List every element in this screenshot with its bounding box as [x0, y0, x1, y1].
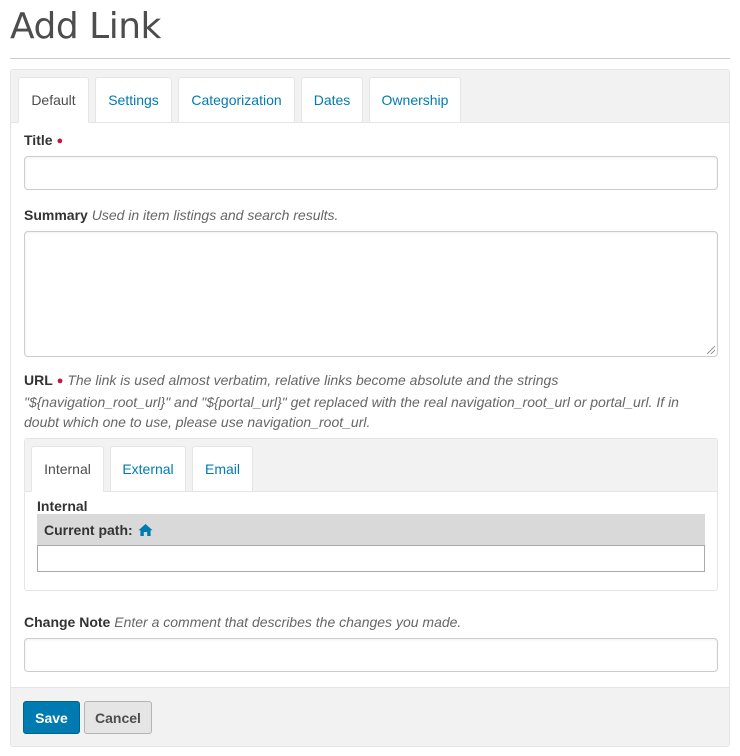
summary-help: Used in item listings and search results…: [91, 207, 339, 223]
required-icon: ●: [56, 135, 64, 147]
tab-default[interactable]: Default: [18, 77, 89, 123]
internal-label: Internal: [37, 498, 88, 514]
internal-path-input[interactable]: [37, 545, 705, 572]
title-input[interactable]: [24, 156, 718, 190]
url-widget: Internal External Email Internal Current…: [24, 438, 718, 591]
url-tab-internal[interactable]: Internal: [31, 446, 104, 492]
fieldset-tabs: Default Settings Categorization Dates Ow…: [11, 70, 729, 123]
change-note-label: Change Note Enter a comment that describ…: [24, 614, 461, 630]
cancel-button[interactable]: Cancel: [84, 701, 152, 734]
url-tab-external[interactable]: External: [110, 446, 186, 492]
save-button[interactable]: Save: [23, 701, 80, 734]
form-buttons: Save Cancel: [11, 687, 729, 746]
url-label-text: URL: [24, 372, 53, 388]
title-label-text: Title: [24, 132, 53, 148]
tab-dates[interactable]: Dates: [301, 77, 363, 123]
current-path-bar: Current path:: [37, 514, 705, 545]
change-note-input[interactable]: [24, 638, 718, 672]
title-divider: [10, 58, 730, 59]
change-note-help: Enter a comment that describes the chang…: [114, 614, 462, 630]
url-help: The link is used almost verbatim, relati…: [24, 372, 679, 430]
tab-ownership[interactable]: Ownership: [369, 77, 461, 123]
current-path-label: Current path:: [44, 521, 133, 538]
title-label: Title ●: [24, 132, 63, 148]
required-icon: ●: [56, 375, 64, 387]
url-tab-email[interactable]: Email: [192, 446, 253, 492]
change-note-label-text: Change Note: [24, 614, 111, 630]
summary-label-text: Summary: [24, 207, 88, 223]
summary-textarea[interactable]: [24, 231, 718, 357]
home-icon[interactable]: [138, 523, 153, 537]
summary-label: Summary Used in item listings and search…: [24, 207, 338, 223]
url-tabs: Internal External Email: [25, 439, 717, 492]
tab-categorization[interactable]: Categorization: [178, 77, 295, 123]
page-title: Add Link: [10, 6, 161, 47]
tab-settings[interactable]: Settings: [95, 77, 172, 123]
resize-handle-icon[interactable]: [707, 346, 715, 354]
url-label: URL ● The link is used almost verbatim, r…: [24, 370, 684, 432]
edit-form: Default Settings Categorization Dates Ow…: [10, 69, 730, 747]
